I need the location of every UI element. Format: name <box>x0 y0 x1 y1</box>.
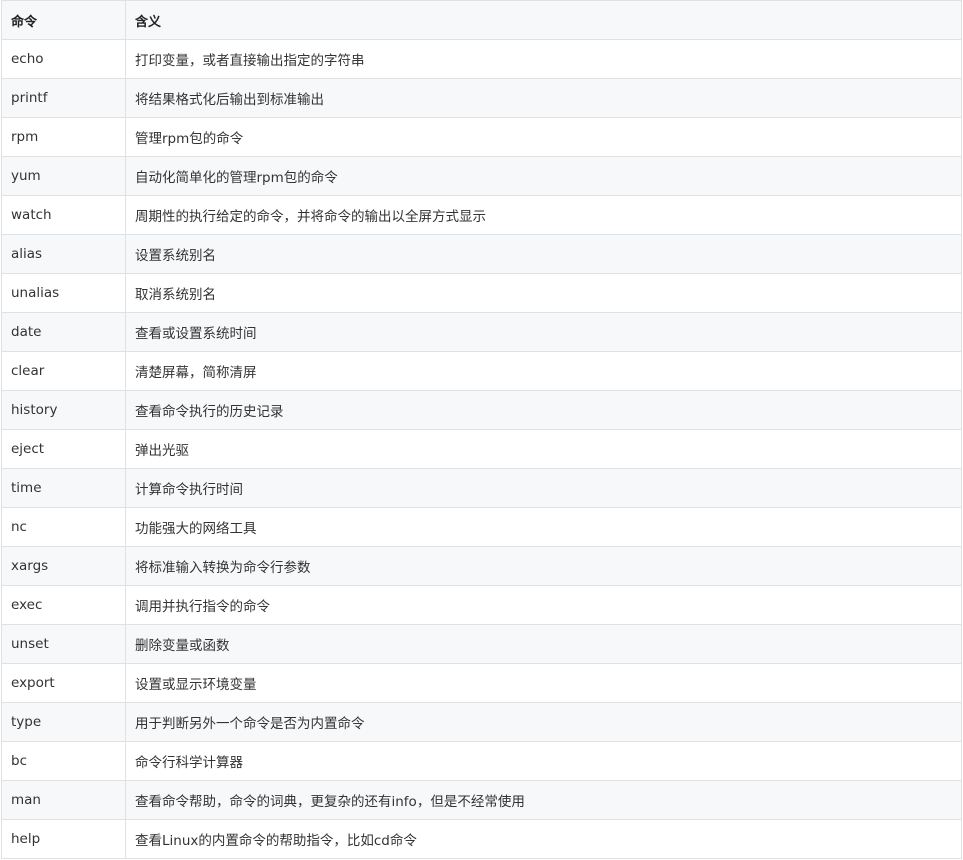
command-cell: echo <box>1 39 126 79</box>
meaning-cell: 调用并执行指令的命令 <box>125 585 962 625</box>
meaning-cell: 删除变量或函数 <box>125 624 962 664</box>
command-cell: xargs <box>1 546 126 586</box>
table-body: echo 打印变量，或者直接输出指定的字符串 printf 将结果格式化后输出到… <box>1 39 962 859</box>
table-row: exec 调用并执行指令的命令 <box>1 585 962 625</box>
table-row: unset 删除变量或函数 <box>1 624 962 664</box>
table-row: date 查看或设置系统时间 <box>1 312 962 352</box>
command-cell: type <box>1 702 126 742</box>
meaning-cell: 查看Linux的内置命令的帮助指令，比如cd命令 <box>125 819 962 859</box>
table-row: man 查看命令帮助，命令的词典，更复杂的还有info，但是不经常使用 <box>1 780 962 820</box>
meaning-cell: 自动化简单化的管理rpm包的命令 <box>125 156 962 196</box>
header-command: 命令 <box>1 0 126 40</box>
command-cell: exec <box>1 585 126 625</box>
table-row: help 查看Linux的内置命令的帮助指令，比如cd命令 <box>1 819 962 859</box>
meaning-cell: 将结果格式化后输出到标准输出 <box>125 78 962 118</box>
table-header-row: 命令 含义 <box>1 0 962 40</box>
table-row: bc 命令行科学计算器 <box>1 741 962 781</box>
meaning-cell: 用于判断另外一个命令是否为内置命令 <box>125 702 962 742</box>
table-row: echo 打印变量，或者直接输出指定的字符串 <box>1 39 962 79</box>
table-row: eject 弹出光驱 <box>1 429 962 469</box>
meaning-cell: 计算命令执行时间 <box>125 468 962 508</box>
table-row: watch 周期性的执行给定的命令，并将命令的输出以全屏方式显示 <box>1 195 962 235</box>
table-row: alias 设置系统别名 <box>1 234 962 274</box>
command-cell: date <box>1 312 126 352</box>
command-cell: clear <box>1 351 126 391</box>
table-row: time 计算命令执行时间 <box>1 468 962 508</box>
command-table: 命令 含义 echo 打印变量，或者直接输出指定的字符串 printf 将结果格… <box>1 0 962 859</box>
meaning-cell: 设置或显示环境变量 <box>125 663 962 703</box>
meaning-cell: 设置系统别名 <box>125 234 962 274</box>
command-cell: man <box>1 780 126 820</box>
header-meaning: 含义 <box>125 0 962 40</box>
meaning-cell: 查看命令帮助，命令的词典，更复杂的还有info，但是不经常使用 <box>125 780 962 820</box>
table-row: unalias 取消系统别名 <box>1 273 962 313</box>
table-row: yum 自动化简单化的管理rpm包的命令 <box>1 156 962 196</box>
meaning-cell: 取消系统别名 <box>125 273 962 313</box>
meaning-cell: 弹出光驱 <box>125 429 962 469</box>
table-row: clear 清楚屏幕，简称清屏 <box>1 351 962 391</box>
meaning-cell: 功能强大的网络工具 <box>125 507 962 547</box>
table-header: 命令 含义 <box>1 0 962 40</box>
meaning-cell: 查看或设置系统时间 <box>125 312 962 352</box>
table-row: nc 功能强大的网络工具 <box>1 507 962 547</box>
table-row: history 查看命令执行的历史记录 <box>1 390 962 430</box>
command-cell: eject <box>1 429 126 469</box>
table-row: xargs 将标准输入转换为命令行参数 <box>1 546 962 586</box>
command-cell: printf <box>1 78 126 118</box>
table-row: export 设置或显示环境变量 <box>1 663 962 703</box>
command-cell: rpm <box>1 117 126 157</box>
command-cell: alias <box>1 234 126 274</box>
table-row: printf 将结果格式化后输出到标准输出 <box>1 78 962 118</box>
meaning-cell: 打印变量，或者直接输出指定的字符串 <box>125 39 962 79</box>
command-cell: unset <box>1 624 126 664</box>
command-cell: yum <box>1 156 126 196</box>
command-cell: bc <box>1 741 126 781</box>
table-row: rpm 管理rpm包的命令 <box>1 117 962 157</box>
command-cell: watch <box>1 195 126 235</box>
meaning-cell: 将标准输入转换为命令行参数 <box>125 546 962 586</box>
command-cell: help <box>1 819 126 859</box>
command-cell: nc <box>1 507 126 547</box>
command-cell: history <box>1 390 126 430</box>
meaning-cell: 查看命令执行的历史记录 <box>125 390 962 430</box>
command-cell: time <box>1 468 126 508</box>
meaning-cell: 命令行科学计算器 <box>125 741 962 781</box>
command-cell: unalias <box>1 273 126 313</box>
meaning-cell: 周期性的执行给定的命令，并将命令的输出以全屏方式显示 <box>125 195 962 235</box>
meaning-cell: 清楚屏幕，简称清屏 <box>125 351 962 391</box>
meaning-cell: 管理rpm包的命令 <box>125 117 962 157</box>
command-cell: export <box>1 663 126 703</box>
table-row: type 用于判断另外一个命令是否为内置命令 <box>1 702 962 742</box>
